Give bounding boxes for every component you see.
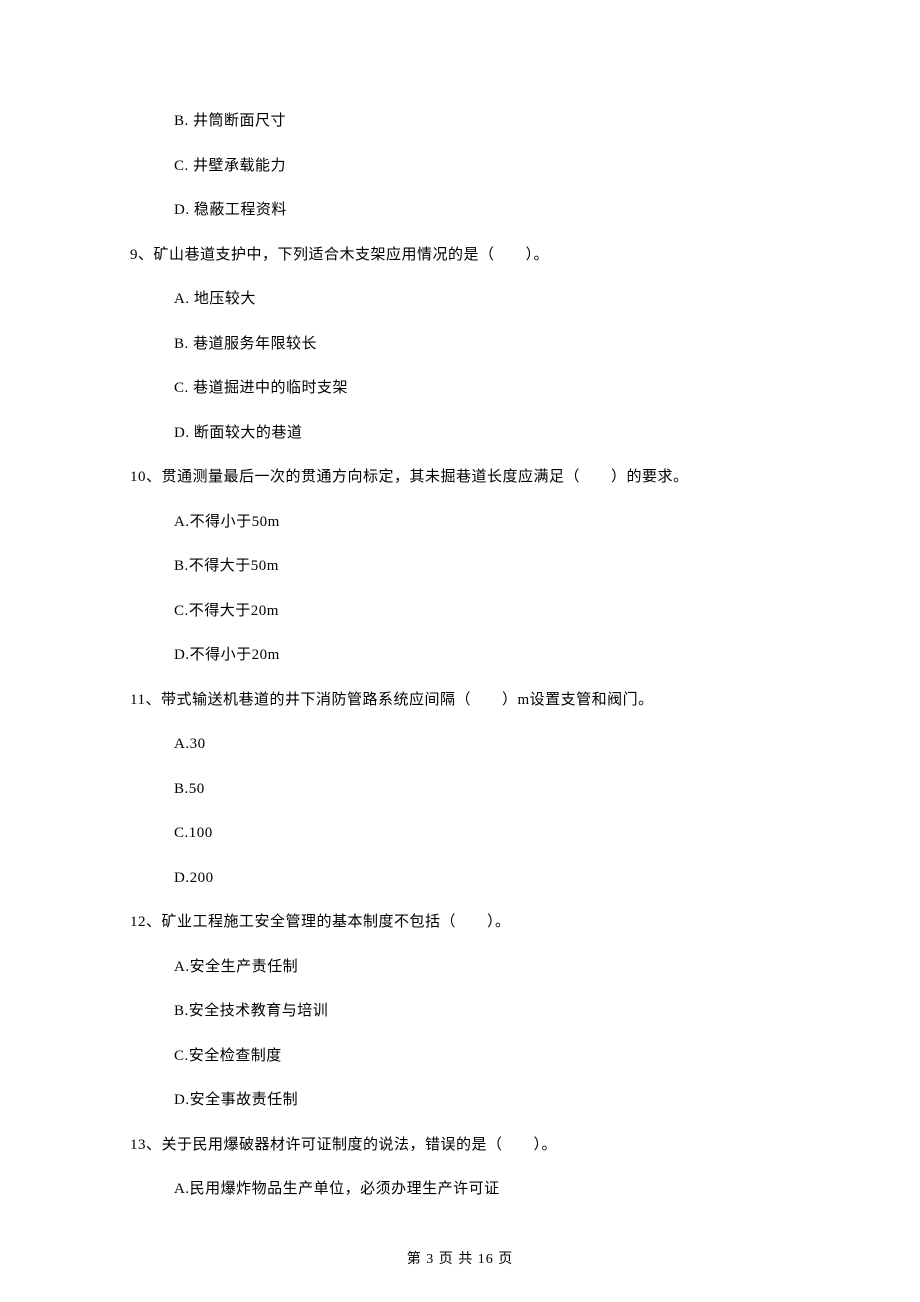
question-13-stem: 13、关于民用爆破器材许可证制度的说法，错误的是（ ）。 [130, 1134, 790, 1157]
question-13-option-a: A.民用爆炸物品生产单位，必须办理生产许可证 [174, 1178, 790, 1201]
question-10-option-b: B.不得大于50m [174, 555, 790, 578]
question-10-stem: 10、贯通测量最后一次的贯通方向标定，其未掘巷道长度应满足（ ）的要求。 [130, 466, 790, 489]
question-12-option-d: D.安全事故责任制 [174, 1089, 790, 1112]
question-9-option-a: A. 地压较大 [174, 288, 790, 311]
question-11-option-d: D.200 [174, 867, 790, 890]
question-9-stem: 9、矿山巷道支护中，下列适合木支架应用情况的是（ ）。 [130, 244, 790, 267]
question-12-stem: 12、矿业工程施工安全管理的基本制度不包括（ ）。 [130, 911, 790, 934]
question-11-option-b: B.50 [174, 778, 790, 801]
question-9-option-c: C. 巷道掘进中的临时支架 [174, 377, 790, 400]
question-11-option-a: A.30 [174, 733, 790, 756]
question-11-stem: 11、带式输送机巷道的井下消防管路系统应间隔（ ）m设置支管和阀门。 [130, 689, 790, 712]
leading-option-d: D. 稳蔽工程资料 [174, 199, 790, 222]
leading-option-c: C. 井壁承载能力 [174, 155, 790, 178]
question-10-option-a: A.不得小于50m [174, 511, 790, 534]
question-11-option-c: C.100 [174, 822, 790, 845]
question-10-option-c: C.不得大于20m [174, 600, 790, 623]
page-footer: 第 3 页 共 16 页 [0, 1248, 920, 1268]
question-12-option-a: A.安全生产责任制 [174, 956, 790, 979]
question-9-option-b: B. 巷道服务年限较长 [174, 333, 790, 356]
question-12-option-b: B.安全技术教育与培训 [174, 1000, 790, 1023]
leading-option-b: B. 井筒断面尺寸 [174, 110, 790, 133]
document-page: B. 井筒断面尺寸 C. 井壁承载能力 D. 稳蔽工程资料 9、矿山巷道支护中，… [0, 0, 920, 1302]
question-12-option-c: C.安全检查制度 [174, 1045, 790, 1068]
question-10-option-d: D.不得小于20m [174, 644, 790, 667]
question-9-option-d: D. 断面较大的巷道 [174, 422, 790, 445]
